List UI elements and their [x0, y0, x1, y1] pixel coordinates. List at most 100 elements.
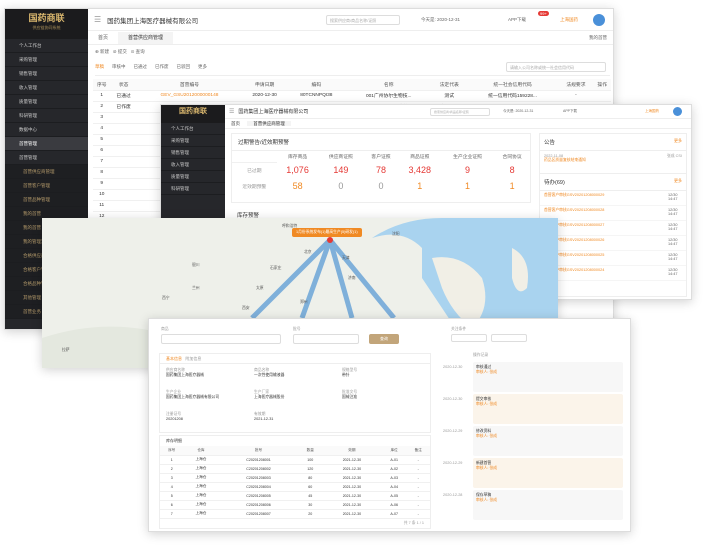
timeline-item[interactable]: 2020-12-28 保存草稿 审核人: 张成 [443, 490, 623, 520]
stock-row[interactable]: 4 上海仓 C20201208004 60 2021-12-30 A-04- [160, 482, 430, 492]
stock-row[interactable]: 7 上海仓 C20201208007 20 2021-12-30 A-07- [160, 509, 430, 519]
tab-extra-info[interactable]: 附加信息 [185, 356, 201, 361]
tab-home[interactable]: 首页 [88, 32, 118, 44]
tab-basic[interactable]: 基本信息 [166, 356, 182, 361]
sidebar-item[interactable]: 科研管理 [5, 109, 88, 123]
stock-row[interactable]: 3 上海仓 C20201208003 80 2021-12-30 A-03- [160, 473, 430, 483]
expired-count[interactable]: 1,076 [277, 162, 319, 178]
sidebar-item[interactable]: 个人工作台 [5, 39, 88, 53]
mid-sidebar-item[interactable]: 采购管理 [161, 135, 225, 147]
detail-window: 商品 批号 查询 关注条件 基本信息 附加信息 供应商名称 国药集团上海医疗器械商… [148, 318, 631, 532]
expired-count[interactable]: 78 [363, 162, 399, 178]
sidebar-item[interactable]: 数据中心 [5, 123, 88, 137]
sidebar-item[interactable]: 首营管理 [5, 137, 88, 151]
tab-extra[interactable]: 我的首营 [589, 35, 607, 41]
mid-avatar[interactable] [673, 107, 682, 116]
timeline: 操作记录 2020-12-30 审核通过 审核人: 张成 2020-12-30 提交审核… [443, 353, 623, 529]
timeline-item[interactable]: 2020-12-29 新建首营 审核人: 张成 [443, 458, 623, 488]
mid-tab-home[interactable]: 首页 [225, 121, 246, 126]
stock-title-front: 库存明细 [166, 438, 182, 443]
filter-tab[interactable]: 已驳回 [177, 64, 191, 69]
search-input[interactable]: 搜索供应商/商品名称/证照 [326, 15, 400, 25]
stock-row[interactable]: 5 上海仓 C20201208005 45 2021-12-30 A-05- [160, 491, 430, 501]
mid-sidebar-item[interactable]: 个人工作台 [161, 123, 225, 135]
avatar[interactable] [593, 14, 605, 26]
mid-app[interactable]: APP下载 [563, 109, 577, 114]
app-download-link[interactable]: APP下载 [508, 17, 526, 23]
table-cell: 11 [93, 200, 111, 212]
info-field: 生产企业 国药集团上海医疗器械有限公司 [166, 390, 250, 400]
stock-row[interactable]: 1 上海仓 C20201208001 100 2021-12-30 A-01- [160, 455, 430, 465]
beijing-marker [327, 237, 333, 243]
stock-row[interactable]: 6 上海仓 C20201208006 30 2021-12-30 A-06- [160, 500, 430, 510]
product-input[interactable] [161, 334, 281, 344]
todo-item[interactable]: 首营客户审核GSV20201208000026 12/30 14:47 [540, 236, 686, 251]
filter-tab[interactable]: 更多 [198, 64, 207, 69]
field-value: 上海医疗器械股份 [254, 395, 285, 399]
condition-select-1[interactable] [451, 334, 487, 342]
sidebar-subitem[interactable]: 首营品种管理 [5, 193, 88, 207]
notice-item[interactable]: 2022-11-08 张成 CSI 药品区质量复核结束通知 [540, 151, 686, 173]
timeline-item[interactable]: 2020-12-29 修改资料 审核人: 张成 [443, 426, 623, 456]
tab-supplier[interactable]: 首营供应商管理 [118, 32, 174, 44]
column-header: 序号 [93, 79, 111, 91]
todo-text[interactable]: 首营客户审核GSV20201208000028 [544, 208, 604, 212]
filter-tab[interactable]: 审核中 [112, 64, 126, 69]
mid-sidebar-item[interactable]: 科研管理 [161, 183, 225, 195]
todo-item[interactable]: 首营客户审核GSV20201208000024 12/30 14:47 [540, 266, 686, 281]
expired-count[interactable]: 149 [319, 162, 364, 178]
sidebar-item[interactable]: 销售管理 [5, 67, 88, 81]
table-row[interactable]: 1 已通过 GEV_GSU2012000000148 2020-12-30 80TCNN… [93, 90, 611, 102]
todo-item[interactable]: 首营客户审核GSV20201208000025 12/30 14:47 [540, 251, 686, 266]
mid-sidebar-item[interactable]: 收入管理 [161, 159, 225, 171]
stock-row[interactable]: 2 上海仓 C20201208002 120 2021-12-30 A-02- [160, 464, 430, 474]
add-button[interactable]: ⊕ 新建 [95, 49, 109, 54]
filter-search[interactable]: 请输入公司名称或统一社会信用代码 [506, 62, 606, 72]
timeline-item[interactable]: 2020-12-30 审核通过 审核人: 张成 [443, 362, 623, 392]
todo-item[interactable]: 首营客户审核GSV20201208000027 12/30 14:47 [540, 221, 686, 236]
query-button[interactable]: ⊙ 查询 [131, 49, 145, 54]
near-expiry-count[interactable]: 58 [277, 178, 319, 194]
todo-item[interactable]: 首营客户审核GSV20201208000028 12/30 14:47 [540, 206, 686, 221]
todo-more[interactable]: 更多 [674, 178, 682, 184]
row-action-icon[interactable] [593, 90, 611, 102]
near-expiry-count[interactable]: 1 [441, 178, 495, 194]
mid-tab-supplier[interactable]: 首营供应商管理 [247, 121, 291, 126]
mid-sidebar-item[interactable]: 质量管理 [161, 171, 225, 183]
stock-cell: A-07 [381, 509, 407, 519]
timeline-item[interactable]: 2020-12-30 提交审核 审核人: 张成 [443, 394, 623, 424]
near-expiry-count[interactable]: 1 [494, 178, 530, 194]
mid-search[interactable]: 搜索供应商/商品名称/证照 [430, 108, 490, 116]
near-expiry-count[interactable]: 0 [363, 178, 399, 194]
pager[interactable]: 共 7 条 1 / 1 [404, 521, 424, 526]
submit-button[interactable]: ⊘ 提交 [113, 49, 127, 54]
sidebar-subitem[interactable]: 首营客户管理 [5, 179, 88, 193]
stock-cell: 20 [298, 509, 322, 519]
mid-menu-icon[interactable]: ☰ [229, 108, 234, 115]
mid-user[interactable]: 上海国药 [645, 109, 659, 114]
sidebar-item[interactable]: 质量管理 [5, 95, 88, 109]
expired-count[interactable]: 8 [494, 162, 530, 178]
near-expiry-count[interactable]: 1 [399, 178, 441, 194]
filter-tab[interactable]: 已通过 [134, 64, 148, 69]
near-expiry-count[interactable]: 0 [319, 178, 364, 194]
menu-icon[interactable]: ☰ [94, 15, 101, 24]
mid-sidebar-item[interactable]: 销售管理 [161, 147, 225, 159]
field-value: 国药集团上海医疗器械 [166, 373, 204, 377]
batch-input[interactable] [293, 334, 359, 344]
filter-tab[interactable]: 草稿 [95, 64, 104, 69]
sidebar-item[interactable]: 首营管理 [5, 151, 88, 165]
query-button[interactable]: 查询 [369, 334, 399, 344]
todo-text[interactable]: 首营客户审核GSV20201208000029 [544, 193, 604, 197]
expired-count[interactable]: 9 [441, 162, 495, 178]
filter-tab[interactable]: 已作废 [155, 64, 169, 69]
sidebar-item[interactable]: 收入管理 [5, 81, 88, 95]
sidebar-item[interactable]: 采购管理 [5, 53, 88, 67]
todo-item[interactable]: 首营客户审核GSV20201208000029 12/30 14:47 [540, 191, 686, 206]
user-name[interactable]: 上海国药 [560, 17, 578, 23]
sidebar-subitem[interactable]: 首营供应商管理 [5, 165, 88, 179]
expired-count[interactable]: 3,428 [399, 162, 441, 178]
notice-more[interactable]: 更多 [674, 138, 682, 144]
condition-select-2[interactable] [491, 334, 527, 342]
info-card: 基本信息 附加信息 供应商名称 国药集团上海医疗器械 商品名称 一次性使用输液器 规格型… [159, 353, 431, 433]
